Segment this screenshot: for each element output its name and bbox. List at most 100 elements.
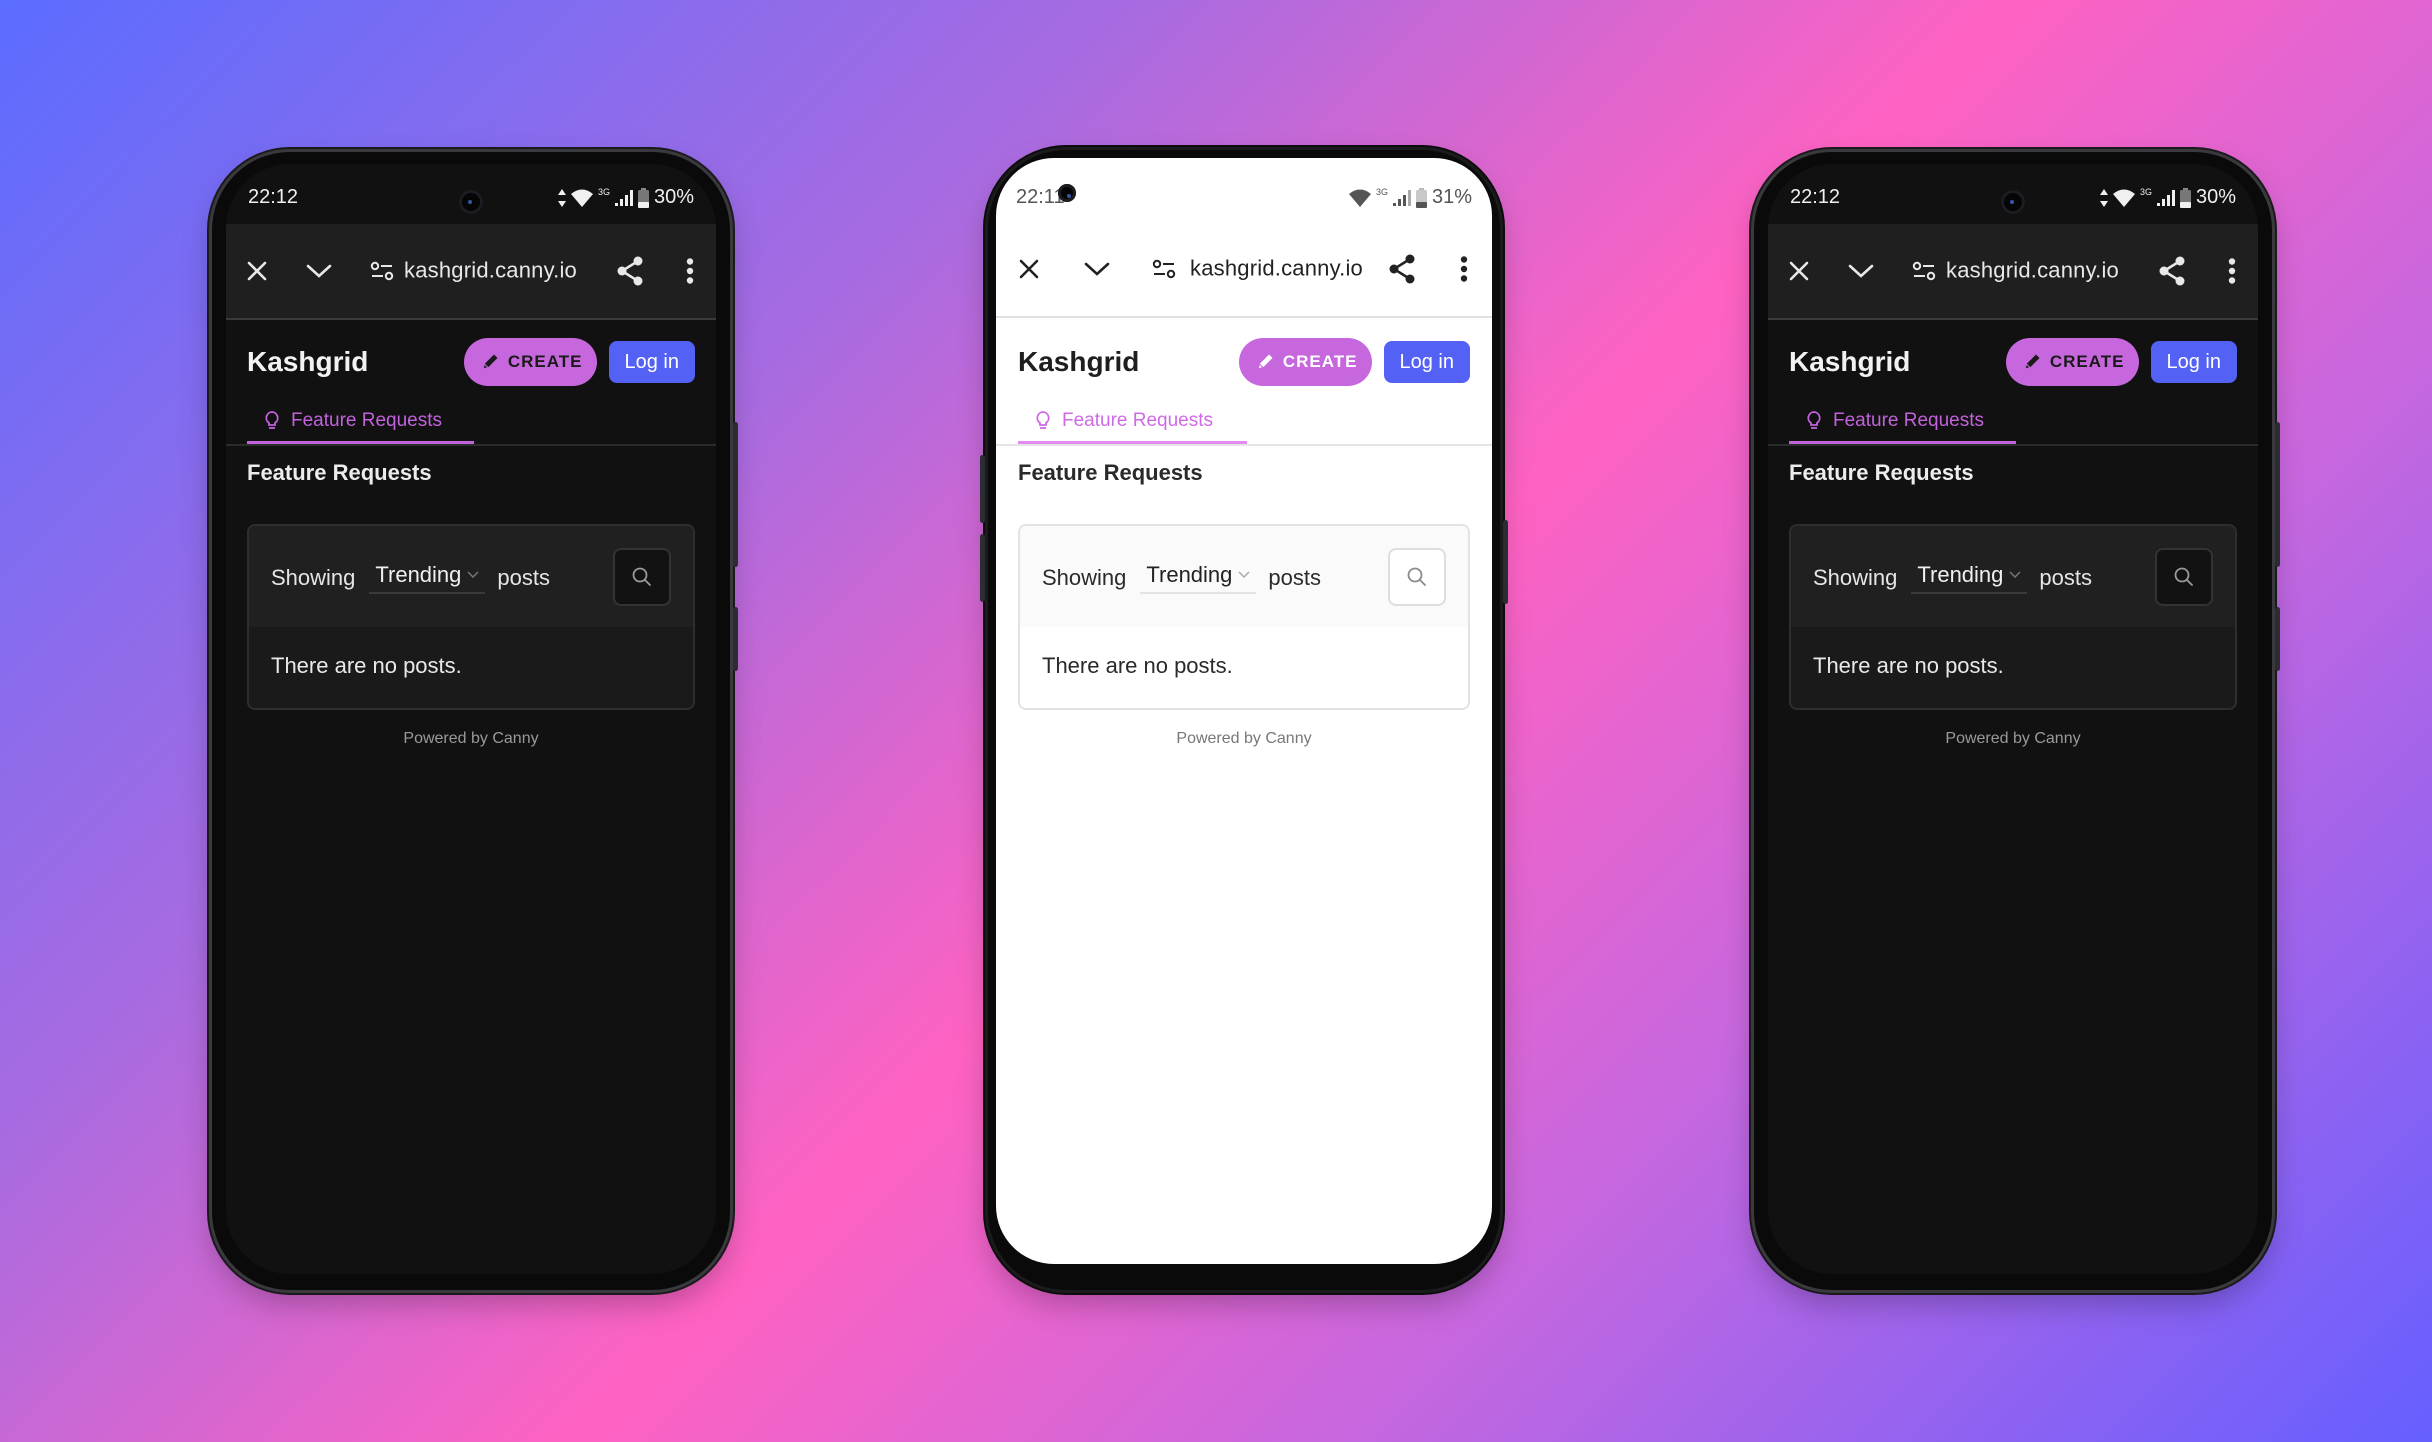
tab-feature-requests[interactable]: Feature Requests bbox=[247, 400, 474, 444]
site-settings-icon[interactable] bbox=[370, 261, 394, 281]
close-icon[interactable] bbox=[1018, 258, 1040, 280]
side-button bbox=[980, 534, 985, 602]
login-button[interactable]: Log in bbox=[608, 341, 695, 383]
site-header: Kashgrid CREATE Log in bbox=[1018, 334, 1470, 390]
chevron-down-icon bbox=[467, 571, 479, 579]
signal-icon bbox=[614, 189, 633, 206]
site-settings-icon[interactable] bbox=[1152, 259, 1176, 279]
battery-icon bbox=[2179, 187, 2191, 208]
login-button[interactable]: Log in bbox=[2150, 341, 2237, 383]
board-title: Feature Requests bbox=[1018, 460, 1203, 485]
more-vert-icon[interactable] bbox=[686, 258, 694, 284]
create-label: CREATE bbox=[2049, 352, 2125, 371]
side-button bbox=[733, 422, 738, 567]
sort-select[interactable]: Trending bbox=[1911, 562, 2028, 594]
more-vert-icon[interactable] bbox=[1460, 256, 1468, 282]
signal-icon bbox=[1392, 189, 1411, 206]
url-field[interactable]: kashgrid.canny.io bbox=[404, 257, 577, 283]
login-button[interactable]: Log in bbox=[1383, 341, 1470, 383]
brand-title[interactable]: Kashgrid bbox=[1789, 346, 2006, 378]
data-arrows-icon bbox=[557, 188, 566, 207]
share-icon[interactable] bbox=[1388, 254, 1416, 284]
lightbulb-icon bbox=[265, 410, 279, 429]
network-type: 3G bbox=[2139, 187, 2152, 197]
search-button[interactable] bbox=[613, 548, 671, 606]
chevron-down-icon bbox=[2009, 571, 2021, 579]
share-icon[interactable] bbox=[616, 256, 644, 286]
empty-state-message: There are no posts. bbox=[1813, 653, 2004, 678]
posts-label: posts bbox=[1268, 565, 1321, 590]
tab-label: Feature Requests bbox=[1062, 409, 1214, 431]
login-label: Log in bbox=[2166, 350, 2222, 373]
powered-by-link[interactable]: Powered by Canny bbox=[1768, 730, 2258, 748]
screen: 22:12 3G 30% kashgrid.canny.io Kashgrid … bbox=[226, 164, 716, 1274]
tab-feature-requests[interactable]: Feature Requests bbox=[1789, 400, 2016, 444]
browser-toolbar: kashgrid.canny.io bbox=[996, 222, 1492, 318]
powered-by-link[interactable]: Powered by Canny bbox=[226, 730, 716, 748]
pencil-icon bbox=[1257, 354, 1273, 370]
chevron-down-icon bbox=[1238, 571, 1250, 579]
create-post-button[interactable]: CREATE bbox=[1238, 338, 1372, 386]
pencil-icon bbox=[482, 354, 498, 370]
sort-value: Trending bbox=[375, 562, 462, 587]
close-icon[interactable] bbox=[1788, 260, 1810, 282]
phone-mockup-dark-left: 22:12 3G 30% kashgrid.canny.io Kashgrid … bbox=[212, 152, 738, 1290]
brand-title[interactable]: Kashgrid bbox=[1018, 346, 1239, 378]
screen: 22:12 3G 30% kashgrid.canny.io Kashgrid … bbox=[1768, 164, 2258, 1274]
sort-select[interactable]: Trending bbox=[1140, 562, 1257, 594]
board-tabs: Feature Requests bbox=[996, 400, 1492, 446]
posts-card: Showing Trending posts There are no post… bbox=[1018, 524, 1470, 710]
phone-mockup-dark-right: 22:12 3G 30% kashgrid.canny.io Kashgrid … bbox=[1754, 152, 2280, 1290]
search-button[interactable] bbox=[2155, 548, 2213, 606]
front-camera bbox=[2001, 190, 2025, 214]
board-tabs: Feature Requests bbox=[226, 400, 716, 446]
posts-label: posts bbox=[2039, 565, 2092, 590]
side-button bbox=[2275, 422, 2280, 567]
battery-icon bbox=[1415, 187, 1427, 208]
sort-select[interactable]: Trending bbox=[369, 562, 486, 594]
search-icon bbox=[2174, 567, 2193, 586]
battery-level: 30% bbox=[2195, 186, 2236, 208]
login-label: Log in bbox=[1399, 350, 1455, 373]
tab-label: Feature Requests bbox=[291, 409, 443, 431]
board-tabs: Feature Requests bbox=[1768, 400, 2258, 446]
tab-label: Feature Requests bbox=[1833, 409, 1985, 431]
tab-feature-requests[interactable]: Feature Requests bbox=[1018, 400, 1247, 444]
status-time: 22:11 bbox=[1016, 186, 1065, 208]
wifi-icon bbox=[1348, 189, 1371, 207]
url-field[interactable]: kashgrid.canny.io bbox=[1190, 255, 1363, 281]
url-field[interactable]: kashgrid.canny.io bbox=[1946, 257, 2119, 283]
site-header: Kashgrid CREATE Log in bbox=[1789, 334, 2237, 390]
data-arrows-icon bbox=[2099, 188, 2108, 207]
create-post-button[interactable]: CREATE bbox=[2005, 338, 2139, 386]
powered-by-link[interactable]: Powered by Canny bbox=[996, 730, 1492, 748]
chevron-down-icon[interactable] bbox=[306, 263, 332, 279]
more-vert-icon[interactable] bbox=[2228, 258, 2236, 284]
board-title: Feature Requests bbox=[247, 460, 432, 485]
status-bar: 22:11 3G 31% bbox=[996, 158, 1492, 218]
posts-card: Showing Trending posts There are no post… bbox=[1789, 524, 2237, 710]
posts-label: posts bbox=[497, 565, 550, 590]
status-time: 22:12 bbox=[248, 186, 299, 208]
showing-label: Showing bbox=[1042, 565, 1127, 590]
chevron-down-icon[interactable] bbox=[1848, 263, 1874, 279]
login-label: Log in bbox=[624, 350, 680, 373]
wifi-icon bbox=[2112, 189, 2135, 207]
brand-title[interactable]: Kashgrid bbox=[247, 346, 464, 378]
create-post-button[interactable]: CREATE bbox=[463, 338, 597, 386]
battery-level: 30% bbox=[653, 186, 694, 208]
chevron-down-icon[interactable] bbox=[1084, 261, 1110, 277]
front-camera bbox=[1058, 184, 1076, 202]
close-icon[interactable] bbox=[246, 260, 268, 282]
status-bar: 22:12 3G 30% bbox=[226, 164, 716, 224]
site-settings-icon[interactable] bbox=[1912, 261, 1936, 281]
create-label: CREATE bbox=[1282, 352, 1358, 371]
share-icon[interactable] bbox=[2158, 256, 2186, 286]
battery-icon bbox=[637, 187, 649, 208]
search-button[interactable] bbox=[1388, 548, 1446, 606]
signal-icon bbox=[2156, 189, 2175, 206]
status-bar: 22:12 3G 30% bbox=[1768, 164, 2258, 224]
side-button bbox=[733, 607, 738, 671]
search-icon bbox=[1407, 567, 1426, 586]
site-header: Kashgrid CREATE Log in bbox=[247, 334, 695, 390]
